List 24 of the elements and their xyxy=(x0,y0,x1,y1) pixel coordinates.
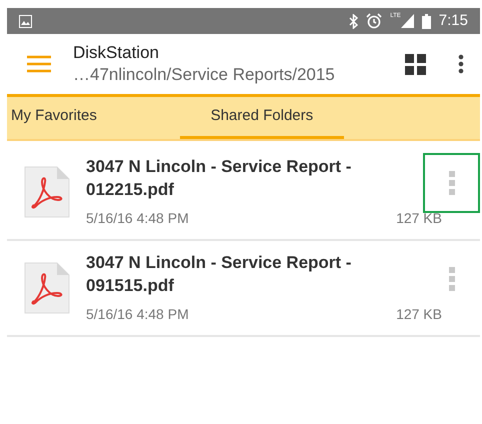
battery-icon xyxy=(422,14,431,28)
more-options-icon xyxy=(448,267,454,291)
image-icon xyxy=(19,14,32,28)
file-size: 127 KB xyxy=(396,209,442,228)
modified-date: 5/16/16 4:48 PM xyxy=(86,305,189,324)
more-options-button[interactable] xyxy=(423,153,480,213)
menu-icon[interactable] xyxy=(27,55,51,73)
file-size: 127 KB xyxy=(396,305,442,324)
grid-view-icon[interactable] xyxy=(405,54,426,74)
pdf-file-icon xyxy=(24,166,70,218)
modified-date: 5/16/16 4:48 PM xyxy=(86,209,189,228)
clock-time: 7:15 xyxy=(438,10,468,31)
tab[interactable]: Shared Folders xyxy=(180,97,344,139)
tab[interactable]: My Favorites xyxy=(7,97,101,139)
more-options-icon xyxy=(448,171,454,195)
pdf-file-icon xyxy=(24,262,70,314)
signal-icon xyxy=(400,14,414,28)
file-name[interactable]: 3047 N Lincoln - Service Report - 012215.pdf xyxy=(86,155,442,201)
alarm-clock-icon xyxy=(366,13,382,29)
file-name[interactable]: 3047 N Lincoln - Service Report - 091515.pdf xyxy=(86,251,442,297)
folder-path: …47nlincoln/Service Reports/2015 xyxy=(73,64,336,86)
bluetooth-icon xyxy=(349,14,358,28)
toolbar-title: DiskStation xyxy=(73,42,160,64)
more-options-icon[interactable] xyxy=(458,54,464,74)
